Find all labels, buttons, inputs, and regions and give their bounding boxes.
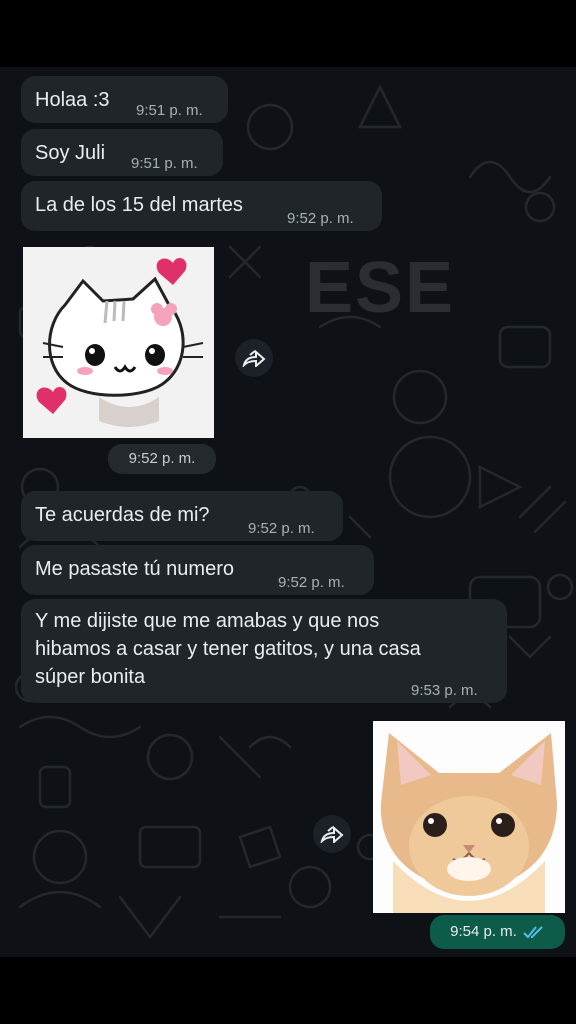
cat-sticker-image — [23, 247, 214, 438]
message-text: Soy Juli — [35, 142, 106, 164]
message-bubble[interactable]: Holaa :3 9:51 p. m. — [21, 76, 228, 123]
double-check-icon — [523, 926, 543, 939]
message-time: 9:54 p. m. — [450, 923, 517, 940]
message-text: Holaa :3 — [35, 89, 110, 111]
message-bubble[interactable]: Te acuerdas de mi? 9:52 p. m. — [21, 491, 343, 541]
message-time: 9:51 p. m. — [131, 155, 198, 172]
watermark-text: ESE — [305, 248, 456, 328]
message-text: La de los 15 del martes — [35, 194, 243, 216]
message-time: 9:53 p. m. — [411, 682, 478, 699]
forward-button[interactable] — [313, 815, 351, 853]
kitten-photo-image — [373, 721, 565, 913]
image-message[interactable] — [373, 721, 565, 913]
outgoing-time-pill: 9:54 p. m. — [430, 915, 565, 949]
forward-button[interactable] — [235, 339, 273, 377]
message-bubble[interactable]: La de los 15 del martes 9:52 p. m. — [21, 181, 382, 231]
message-bubble[interactable]: Y me dijiste que me amabas y que nos hib… — [21, 599, 507, 703]
message-text: Me pasaste tú numero — [35, 558, 234, 580]
message-text: Te acuerdas de mi? — [35, 504, 210, 526]
message-bubble[interactable]: Me pasaste tú numero 9:52 p. m. — [21, 545, 374, 595]
image-time: 9:52 p. m. — [108, 444, 216, 474]
chat-area: ESE Holaa :3 9:51 p. m. Soy Juli 9:51 p.… — [0, 67, 576, 957]
message-time: 9:52 p. m. — [287, 210, 354, 227]
message-time: 9:52 p. m. — [248, 520, 315, 537]
message-bubble[interactable]: Soy Juli 9:51 p. m. — [21, 129, 223, 176]
message-time: 9:51 p. m. — [136, 102, 203, 119]
forward-icon — [320, 825, 344, 843]
forward-icon — [242, 349, 266, 367]
image-message[interactable] — [23, 247, 214, 438]
message-time: 9:52 p. m. — [278, 574, 345, 591]
